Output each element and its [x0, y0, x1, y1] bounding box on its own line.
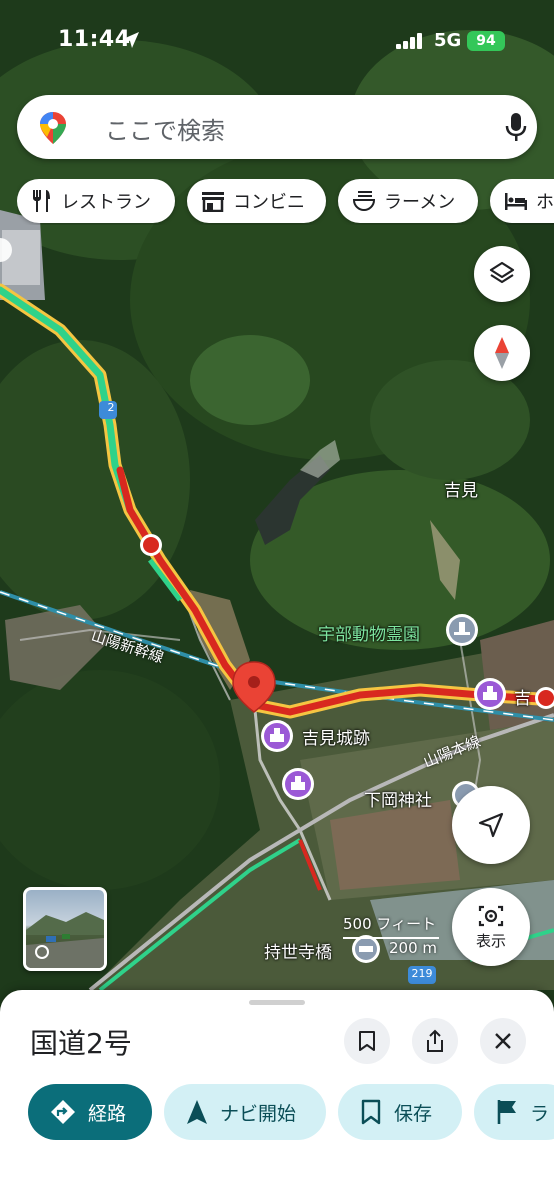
map-label-yoshimi-castle[interactable]: 吉見城跡: [302, 724, 370, 749]
location-arrow-icon: [123, 32, 139, 48]
navigation-icon: [187, 1100, 207, 1124]
poi-right-icon[interactable]: [474, 678, 506, 710]
battery-icon: 94: [467, 31, 505, 51]
flag-icon: [497, 1100, 516, 1124]
route-219-label: 219: [411, 967, 433, 980]
google-maps-logo-icon: [40, 112, 66, 144]
compass-icon: [495, 337, 509, 369]
lens-view-button[interactable]: 表示: [452, 888, 530, 966]
battery-level: 94: [476, 33, 496, 49]
network-type: 5G: [434, 30, 462, 51]
directions-icon: [51, 1100, 75, 1124]
share-icon: [427, 1029, 443, 1052]
camera-lens-icon: [478, 905, 504, 926]
store-icon: [202, 192, 224, 212]
mic-icon[interactable]: [505, 112, 527, 142]
navigation-arrow-icon: [478, 812, 504, 838]
directions-button[interactable]: 経路: [28, 1084, 152, 1140]
map-label-ube-cemetery[interactable]: 宇部動物霊園: [318, 620, 420, 645]
chip-label: コンビニ: [233, 192, 305, 213]
category-chips: レストラン コンビニ ラーメン ホ: [17, 179, 554, 225]
compass-button[interactable]: [474, 325, 530, 381]
bookmark-icon: [361, 1099, 381, 1125]
chip-ramen[interactable]: ラーメン: [338, 179, 478, 223]
place-title: 国道2号: [30, 1027, 132, 1060]
save-icon-button[interactable]: [344, 1018, 390, 1064]
street-view-thumbnail[interactable]: [23, 887, 107, 971]
bookmark-icon: [359, 1031, 375, 1051]
share-button[interactable]: [412, 1018, 458, 1064]
route-2-label: 2: [107, 401, 115, 414]
map-label-shimooka-shrine[interactable]: 下岡神社: [364, 786, 432, 811]
fork-knife-icon: [33, 190, 50, 212]
my-location-button[interactable]: [452, 786, 530, 864]
action-label: ナビ開始: [220, 1102, 297, 1125]
chip-convenience-store[interactable]: コンビニ: [187, 179, 326, 223]
map-label-yoshimi[interactable]: 吉見: [444, 476, 478, 501]
save-button[interactable]: 保存: [338, 1084, 462, 1140]
close-button[interactable]: [480, 1018, 526, 1064]
chip-label: レストラン: [61, 192, 151, 213]
status-bar: 11:44 5G 94: [0, 0, 554, 80]
start-navigation-button[interactable]: ナビ開始: [164, 1084, 326, 1140]
chip-hotel[interactable]: ホ: [490, 179, 554, 223]
search-input[interactable]: ここで検索: [105, 111, 225, 146]
scale-feet: 500 フィート: [343, 915, 437, 933]
chip-restaurant[interactable]: レストラン: [17, 179, 175, 223]
search-bar[interactable]: ここで検索: [17, 95, 537, 159]
sheet-drag-handle[interactable]: [249, 1000, 305, 1005]
poi-shrine-icon[interactable]: [282, 768, 314, 800]
street-view-image: [26, 912, 104, 968]
map-label-mochiyoji-bridge[interactable]: 持世寺橋: [264, 938, 332, 963]
chip-label: ホ: [536, 192, 554, 213]
action-label: 保存: [394, 1102, 433, 1125]
status-time: 11:44: [58, 27, 131, 52]
map-scale: 500 フィート 200 m: [343, 913, 439, 957]
ramen-bowl-icon: [352, 191, 376, 212]
chip-label: ラーメン: [384, 192, 456, 213]
close-icon: [495, 1033, 511, 1049]
poi-castle-icon[interactable]: [261, 720, 293, 752]
layers-icon: [489, 261, 515, 284]
view-label: 表示: [475, 931, 506, 950]
layers-button[interactable]: [474, 246, 530, 302]
scale-meters: 200 m: [389, 939, 438, 957]
map-label-right-edge[interactable]: 吉: [514, 684, 531, 709]
action-label: 経路: [88, 1102, 127, 1125]
poi-cemetery-icon[interactable]: [446, 614, 478, 646]
action-label: ラ: [530, 1102, 550, 1125]
label-button[interactable]: ラ: [474, 1084, 554, 1140]
place-bottom-sheet[interactable]: 国道2号 経路 ナビ開始 保存 ラ: [0, 990, 554, 1200]
bed-icon: [505, 193, 527, 210]
signal-icon: [396, 33, 422, 49]
bridge-marker-icon[interactable]: [352, 935, 380, 963]
